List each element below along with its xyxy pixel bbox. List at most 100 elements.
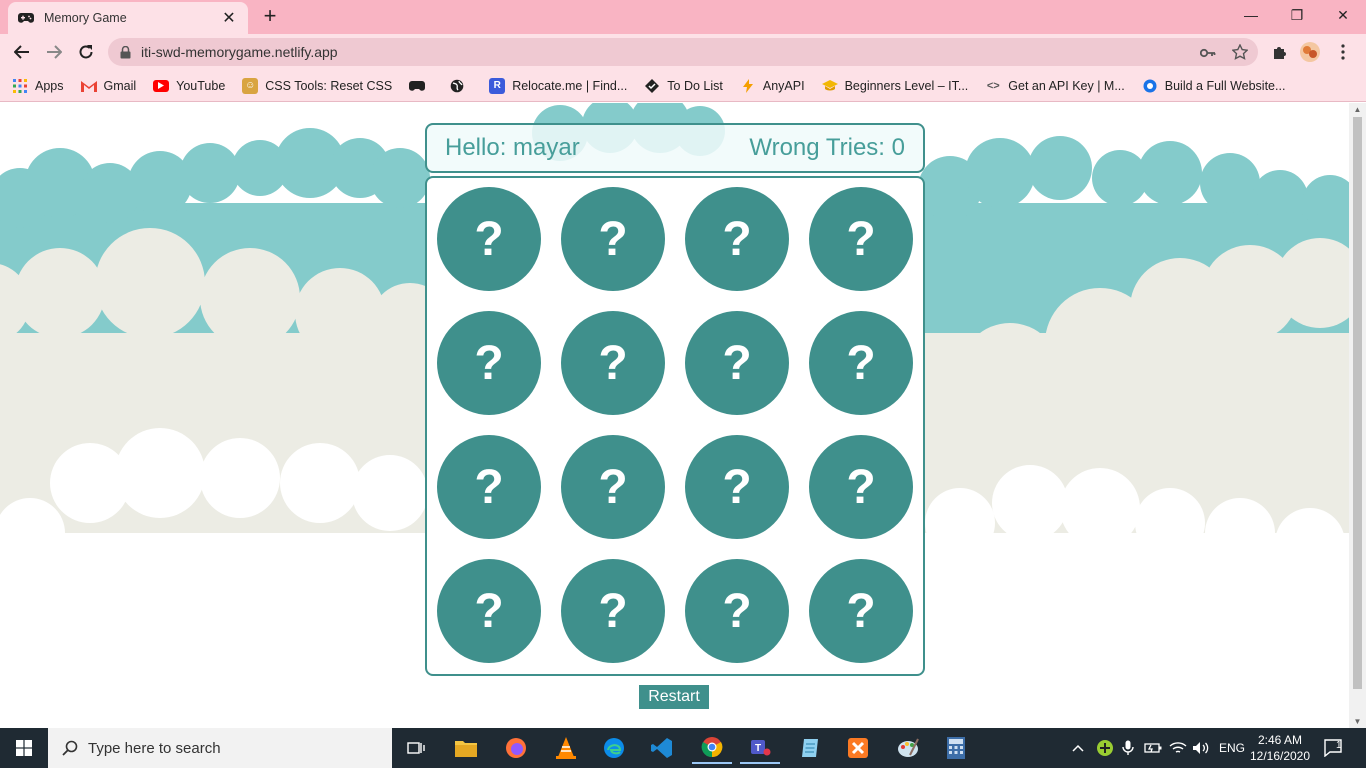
memory-card[interactable]: ? (809, 435, 913, 539)
scroll-thumb[interactable] (1353, 117, 1362, 689)
bookmark-relocate[interactable]: R Relocate.me | Find... (489, 77, 628, 94)
vertical-scrollbar[interactable]: ▲ ▼ (1349, 103, 1366, 728)
relocate-icon: R (489, 77, 506, 94)
gamepad-icon (18, 10, 34, 26)
memory-card[interactable]: ? (809, 311, 913, 415)
calculator-icon[interactable] (936, 732, 976, 764)
new-tab-button[interactable]: + (258, 4, 282, 28)
bookmark-label: Beginners Level – IT... (844, 78, 969, 93)
bookmark-beginners[interactable]: Beginners Level – IT... (821, 78, 969, 94)
bookmark-label: CSS Tools: Reset CSS (265, 78, 393, 93)
profile-avatar[interactable] (1297, 39, 1323, 65)
youtube-icon (153, 79, 170, 92)
bookmark-todo[interactable]: To Do List (644, 78, 723, 94)
api-key-icon: <> (986, 79, 1000, 92)
bookmark-label: Relocate.me | Find... (512, 78, 628, 93)
bookmark-label: Gmail (103, 78, 137, 93)
memory-card[interactable]: ? (437, 187, 541, 291)
bookmark-apps[interactable]: Apps (12, 78, 64, 94)
memory-card[interactable]: ? (685, 311, 789, 415)
memory-card[interactable]: ? (685, 435, 789, 539)
clock[interactable]: 2:46 AM 12/16/2020 (1244, 732, 1316, 764)
windows-logo-icon (16, 740, 32, 756)
key-icon[interactable] (1199, 46, 1216, 62)
show-hidden-icons[interactable] (1072, 728, 1084, 768)
wifi-icon[interactable] (1169, 728, 1187, 768)
memory-card[interactable]: ? (437, 435, 541, 539)
restart-button[interactable]: Restart (639, 685, 709, 709)
paint-icon[interactable] (888, 732, 928, 764)
bookmark-api-key[interactable]: <> Get an API Key | M... (985, 78, 1125, 94)
clock-time: 2:46 AM (1257, 733, 1303, 747)
vlc-icon[interactable] (546, 732, 586, 764)
teams-icon[interactable]: T (740, 732, 780, 764)
memory-card[interactable]: ? (561, 559, 665, 663)
bookmark-css-tools[interactable]: ☺ CSS Tools: Reset CSS (242, 77, 393, 94)
card-board: ???????????????? (425, 176, 925, 676)
todo-icon (644, 78, 660, 94)
memory-card[interactable]: ? (561, 187, 665, 291)
chrome-menu-icon[interactable] (1330, 39, 1356, 65)
bookmark-build-website[interactable]: Build a Full Website... (1142, 78, 1285, 94)
memory-card[interactable]: ? (561, 435, 665, 539)
battery-icon[interactable] (1144, 728, 1162, 768)
bookmark-label: Get an API Key | M... (1008, 78, 1125, 93)
restore-button[interactable]: ❐ (1274, 0, 1320, 30)
reload-button[interactable] (73, 39, 99, 65)
globe-icon (449, 78, 465, 94)
microphone-icon[interactable] (1122, 728, 1134, 768)
memory-card[interactable]: ? (561, 311, 665, 415)
vscode-icon[interactable] (642, 732, 682, 764)
windows-taskbar: Type here to search T ENG 2:46 AM 12/16/… (0, 728, 1366, 768)
game-header: Hello: mayar Wrong Tries: 0 (425, 123, 925, 173)
url-text: iti-swd-memorygame.netlify.app (141, 44, 338, 60)
css-tools-icon: ☺ (242, 77, 259, 94)
back-button[interactable] (9, 39, 35, 65)
xampp-icon[interactable] (838, 732, 878, 764)
scroll-down-arrow-icon[interactable]: ▼ (1353, 717, 1362, 726)
browser-titlebar: Memory Game ✕ + — ❐ ✕ (0, 0, 1366, 34)
tab-title: Memory Game (44, 11, 127, 25)
bookmark-globe[interactable] (449, 78, 472, 94)
minimize-button[interactable]: — (1228, 0, 1274, 30)
memory-card[interactable]: ? (685, 187, 789, 291)
browser-tab[interactable]: Memory Game ✕ (8, 2, 248, 34)
address-bar[interactable]: iti-swd-memorygame.netlify.app (108, 38, 1258, 66)
bookmark-gamepad[interactable] (409, 78, 432, 94)
bookmark-gmail[interactable]: Gmail (80, 78, 137, 94)
bookmark-label: YouTube (176, 78, 226, 93)
bookmark-star-icon[interactable] (1231, 43, 1249, 63)
taskbar-search[interactable]: Type here to search (48, 728, 392, 768)
apps-grid-icon (12, 78, 28, 94)
bookmark-anyapi[interactable]: AnyAPI (740, 78, 805, 94)
forward-button[interactable] (41, 39, 67, 65)
tab-close-icon[interactable]: ✕ (220, 8, 238, 28)
memory-card[interactable]: ? (685, 559, 789, 663)
start-button[interactable] (0, 728, 48, 768)
edge-icon[interactable] (594, 732, 634, 764)
bookmark-youtube[interactable]: YouTube (153, 79, 225, 93)
action-center-icon[interactable]: 1 (1324, 728, 1342, 768)
browser-toolbar: iti-swd-memorygame.netlify.app (0, 34, 1366, 70)
scroll-up-arrow-icon[interactable]: ▲ (1353, 105, 1362, 114)
notepad-icon[interactable] (790, 732, 830, 764)
gmail-icon (80, 78, 97, 94)
task-view-icon[interactable] (396, 732, 436, 764)
memory-card[interactable]: ? (809, 187, 913, 291)
svg-text:T: T (755, 743, 761, 754)
file-explorer-icon[interactable] (446, 732, 486, 764)
build-website-icon (1142, 78, 1158, 94)
language-indicator[interactable]: ENG (1219, 728, 1245, 768)
memory-card[interactable]: ? (437, 311, 541, 415)
beginners-icon (821, 78, 838, 94)
memory-card[interactable]: ? (809, 559, 913, 663)
volume-icon[interactable] (1192, 728, 1210, 768)
chrome-icon[interactable] (692, 732, 732, 764)
close-window-button[interactable]: ✕ (1320, 0, 1366, 30)
firefox-icon[interactable] (496, 732, 536, 764)
extensions-puzzle-icon[interactable] (1267, 39, 1293, 65)
memory-card[interactable]: ? (437, 559, 541, 663)
bookmark-label: To Do List (667, 78, 723, 93)
bookmark-label: AnyAPI (762, 78, 805, 93)
tray-app-icon[interactable] (1096, 728, 1114, 768)
